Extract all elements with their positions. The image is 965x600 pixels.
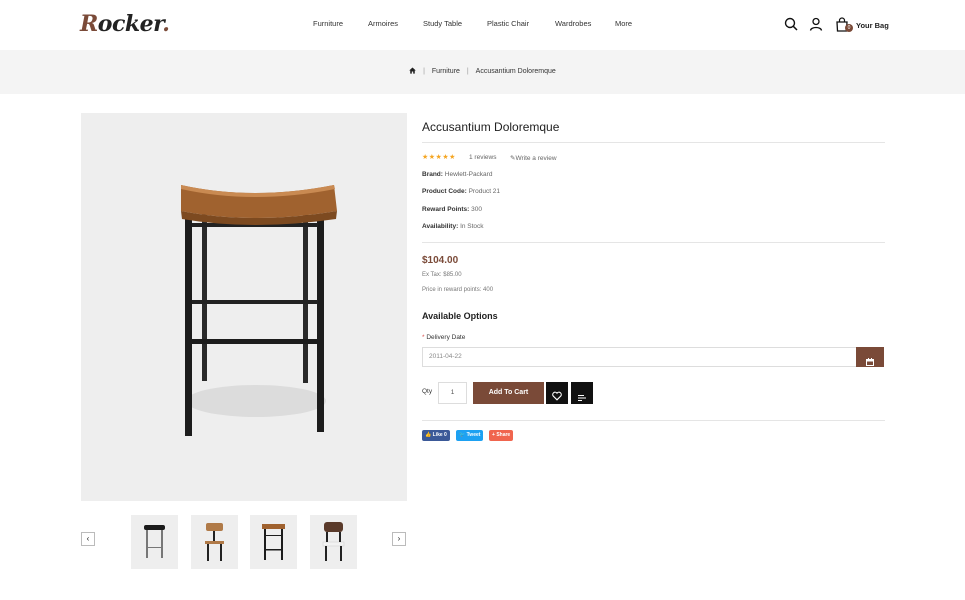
breadcrumb-separator: | — [466, 68, 469, 75]
product-thumbnail[interactable] — [250, 515, 297, 569]
nav-item-more[interactable]: More — [615, 19, 632, 28]
tweet-button[interactable]: 🐦 Tweet — [456, 430, 484, 441]
breadcrumb-item-current[interactable]: Accusantium Doloremque — [476, 68, 556, 75]
share-label: Share — [496, 432, 511, 438]
thumbs-up-icon: 👍 — [425, 432, 432, 438]
write-review-link[interactable]: ✎Write a review — [510, 154, 557, 162]
nav-item-wardrobes[interactable]: Wardrobes — [555, 19, 591, 28]
breadcrumb-bar: | Furniture | Accusantium Doloremque — [0, 50, 965, 94]
tweet-label: Tweet — [466, 432, 481, 438]
divider — [422, 242, 885, 243]
product-thumbnail[interactable] — [310, 515, 357, 569]
product-thumbnail[interactable] — [191, 515, 238, 569]
reviews-link[interactable]: 1 reviews — [469, 154, 496, 161]
wishlist-button[interactable] — [546, 382, 568, 404]
required-marker: * — [422, 334, 425, 341]
share-icon: + — [492, 432, 495, 438]
facebook-like-button[interactable]: 👍 Like 0 — [422, 430, 450, 441]
product-title: Accusantium Doloremque — [422, 120, 560, 134]
nav-item-study-table[interactable]: Study Table — [423, 19, 462, 28]
calendar-button[interactable] — [856, 347, 884, 367]
site-header: Rocker. Furniture Armoires Study Table P… — [0, 0, 965, 50]
product-thumbnail[interactable] — [131, 515, 178, 569]
divider — [422, 142, 885, 143]
your-bag-link[interactable]: Your Bag — [856, 21, 889, 30]
product-code-label: Product Code: — [422, 188, 467, 195]
rating-stars: ★★★★★ — [422, 154, 456, 161]
product-main-image[interactable] — [81, 113, 407, 501]
product-code-row: Product Code: Product 21 — [422, 188, 500, 195]
delivery-date-input[interactable]: 2011-04-22 — [422, 347, 857, 367]
search-icon[interactable] — [784, 17, 798, 36]
quantity-input[interactable]: 1 — [438, 382, 467, 404]
availability-value: In Stock — [460, 223, 484, 230]
product-price: $104.00 — [422, 255, 459, 266]
reward-points-row: Reward Points: 300 — [422, 206, 482, 213]
available-options-heading: Available Options — [422, 311, 498, 321]
share-button[interactable]: + Share — [489, 430, 514, 441]
brand-row: Brand: Hewlett-Packard — [422, 171, 492, 178]
calendar-icon — [866, 353, 874, 371]
cart-count-badge: 0 — [845, 24, 853, 32]
twitter-icon: 🐦 — [459, 432, 466, 438]
brand-label: Brand: — [422, 171, 443, 178]
chevron-right-icon: › — [397, 534, 401, 543]
nav-item-furniture[interactable]: Furniture — [313, 19, 343, 28]
chevron-left-icon: ‹ — [86, 534, 90, 543]
heart-icon — [552, 388, 562, 406]
breadcrumb-item-furniture[interactable]: Furniture — [432, 68, 460, 75]
reward-points-value: 300 — [471, 206, 482, 213]
qty-label: Qty — [422, 388, 433, 395]
add-to-cart-button[interactable]: Add To Cart — [473, 382, 544, 404]
user-icon[interactable] — [809, 17, 823, 36]
delivery-date-label-text: Delivery Date — [426, 334, 466, 341]
ex-tax-price: Ex Tax: $85.00 — [422, 272, 462, 278]
compare-button[interactable] — [571, 382, 593, 404]
availability-label: Availability: — [422, 223, 459, 230]
reward-points-price: Price in reward points: 400 — [422, 287, 494, 293]
brand-value-link[interactable]: Hewlett-Packard — [445, 171, 493, 178]
home-icon[interactable] — [409, 67, 416, 76]
divider — [422, 420, 885, 421]
thumbnail-next-button[interactable]: › — [392, 532, 406, 546]
product-code-value: Product 21 — [468, 188, 501, 195]
nav-item-plastic-chair[interactable]: Plastic Chair — [487, 19, 529, 28]
write-review-label: Write a review — [515, 155, 557, 162]
availability-row: Availability: In Stock — [422, 223, 484, 230]
compare-icon — [578, 389, 586, 407]
breadcrumb-separator: | — [423, 68, 425, 75]
thumbnail-prev-button[interactable]: ‹ — [81, 532, 95, 546]
nav-item-armoires[interactable]: Armoires — [368, 19, 398, 28]
facebook-like-label: Like 0 — [432, 432, 447, 438]
reward-points-label: Reward Points: — [422, 206, 470, 213]
breadcrumb: | Furniture | Accusantium Doloremque — [0, 67, 965, 76]
delivery-date-label: * Delivery Date — [422, 334, 465, 341]
